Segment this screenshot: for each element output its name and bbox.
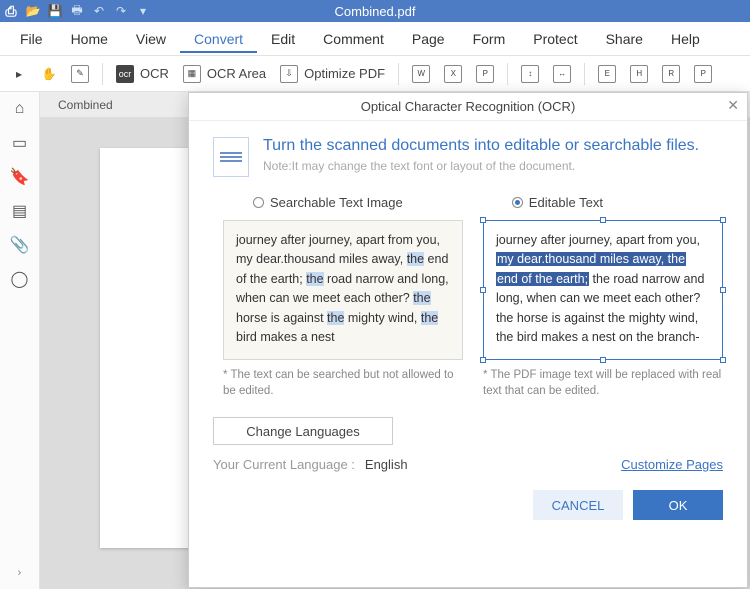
to-word-button[interactable]: W [407,61,435,87]
preview-editable-box: journey after journey, apart from you, m… [483,220,723,360]
close-icon[interactable]: ✕ [727,97,739,114]
toolbar-sep [102,63,103,85]
dialog-body: Turn the scanned documents into editable… [189,121,747,587]
option-editable-label: Editable Text [529,195,603,210]
attachments-icon[interactable]: 📎 [9,234,31,256]
to-ppt-button[interactable]: P [471,61,499,87]
menu-help[interactable]: Help [657,25,714,53]
preview-editable-caption: * The PDF image text will be replaced wi… [483,368,723,399]
preview-searchable-box: journey after journey, apart from you, m… [223,220,463,360]
batch-b-button[interactable]: ↔ [548,61,576,87]
document-ocr-icon [213,137,249,177]
collapse-sidebar-icon[interactable]: › [18,567,22,579]
menu-home[interactable]: Home [57,25,122,53]
document-title: Combined.pdf [335,4,416,19]
ocr-button[interactable]: ocrOCR [111,61,174,87]
home-icon[interactable]: ⌂ [9,98,31,120]
menu-edit[interactable]: Edit [257,25,309,53]
dialog-note: Note:It may change the text font or layo… [263,159,723,173]
document-tab[interactable]: Combined [44,92,127,118]
batch-a-button[interactable]: ↕ [516,61,544,87]
radio-icon [253,197,264,208]
select-tool[interactable]: ▸ [6,61,32,87]
to-epub-button[interactable]: E [593,61,621,87]
save-icon[interactable]: 💾 [46,2,64,20]
bookmark-icon[interactable]: 🔖 [9,166,31,188]
qat-dropdown-icon[interactable]: ▾ [134,2,152,20]
language-section: Change Languages Your Current Language :… [213,417,723,472]
to-rtf-button[interactable]: R [657,61,685,87]
preview-editable: journey after journey, apart from you, m… [483,220,723,399]
menu-protect[interactable]: Protect [519,25,591,53]
option-searchable-label: Searchable Text Image [270,195,403,210]
cancel-button[interactable]: CANCEL [533,490,623,520]
quick-access: 📂 💾 🖶 ↶ ↷ ▾ [24,2,152,20]
ocr-area-label: OCR Area [207,66,266,81]
menu-convert[interactable]: Convert [180,25,257,53]
hand-tool[interactable]: ✋ [36,61,62,87]
current-language-label: Your Current Language : [213,457,355,472]
dialog-buttons: CANCEL OK [213,490,723,520]
toolbar: ▸ ✋ ✎ ocrOCR ▦OCR Area ⇩Optimize PDF W X… [0,56,750,92]
radio-icon [512,197,523,208]
ocr-dialog: Optical Character Recognition (OCR) ✕ Tu… [188,92,748,588]
app-logo-icon: ⎙ [0,0,22,22]
dialog-titlebar: Optical Character Recognition (OCR) ✕ [189,93,747,121]
customize-pages-link[interactable]: Customize Pages [621,457,723,472]
sidebar: ⌂ ▭ 🔖 ▤ 📎 ◯ › [0,92,40,589]
menubar: File Home View Convert Edit Comment Page… [0,22,750,56]
ok-button[interactable]: OK [633,490,723,520]
menu-file[interactable]: File [6,25,57,53]
to-html-button[interactable]: H [625,61,653,87]
option-searchable[interactable]: Searchable Text Image [253,195,403,210]
thumbnails-icon[interactable]: ▭ [9,132,31,154]
previews: journey after journey, apart from you, m… [213,220,723,399]
menu-page[interactable]: Page [398,25,459,53]
to-pdfa-button[interactable]: P [689,61,717,87]
open-icon[interactable]: 📂 [24,2,42,20]
dialog-title: Optical Character Recognition (OCR) [361,99,576,114]
toolbar-sep [398,63,399,85]
menu-comment[interactable]: Comment [309,25,398,53]
titlebar: ⎙ 📂 💾 🖶 ↶ ↷ ▾ Combined.pdf [0,0,750,22]
ocr-label: OCR [140,66,169,81]
toolbar-sep [584,63,585,85]
dialog-headline: Turn the scanned documents into editable… [263,137,723,155]
ocr-area-button[interactable]: ▦OCR Area [178,61,271,87]
menu-share[interactable]: Share [592,25,657,53]
ocr-options: Searchable Text Image Editable Text [213,191,723,220]
current-language-value: English [365,457,408,472]
undo-icon[interactable]: ↶ [90,2,108,20]
preview-searchable-caption: * The text can be searched but not allow… [223,368,463,399]
print-icon[interactable]: 🖶 [68,2,86,20]
comments-icon[interactable]: ▤ [9,200,31,222]
fields-icon[interactable]: ◯ [9,268,31,290]
change-languages-button[interactable]: Change Languages [213,417,393,445]
optimize-label: Optimize PDF [304,66,385,81]
preview-searchable: journey after journey, apart from you, m… [223,220,463,399]
to-excel-button[interactable]: X [439,61,467,87]
optimize-pdf-button[interactable]: ⇩Optimize PDF [275,61,390,87]
edit-tool[interactable]: ✎ [66,61,94,87]
toolbar-sep [507,63,508,85]
menu-form[interactable]: Form [459,25,520,53]
option-editable[interactable]: Editable Text [512,195,603,210]
menu-view[interactable]: View [122,25,180,53]
redo-icon[interactable]: ↷ [112,2,130,20]
